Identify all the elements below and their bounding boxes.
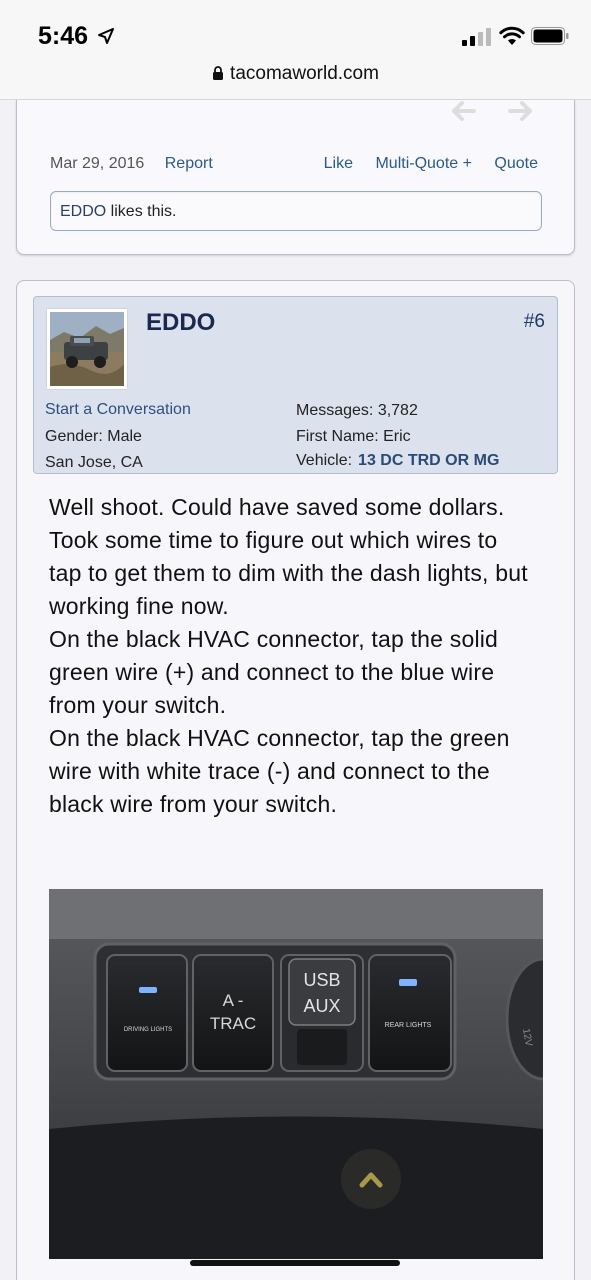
home-indicator[interactable]: [190, 1260, 400, 1266]
start-conversation-link[interactable]: Start a Conversation: [45, 401, 191, 419]
likes-suffix: likes this.: [106, 203, 177, 220]
address-bar[interactable]: tacomaworld.com: [0, 63, 591, 85]
user-message-count: Messages: 3,782: [296, 402, 418, 419]
photo-label-switch4: REAR LIGHTS: [385, 1022, 432, 1029]
arrow-left-icon: [452, 101, 476, 121]
post-meta: Mar 29, 2016 Report: [50, 155, 213, 173]
wifi-icon: [499, 26, 525, 45]
vehicle-label: Vehicle:: [296, 452, 353, 469]
vehicle-value: 13 DC TRD OR MG: [358, 452, 500, 469]
avatar[interactable]: [47, 309, 127, 389]
user-location: San Jose, CA: [45, 454, 143, 471]
photo-label-switch2-line2: TRAC: [210, 1014, 256, 1033]
like-link[interactable]: Like: [324, 155, 353, 172]
likes-username-link[interactable]: EDDO: [60, 203, 106, 220]
previous-post: Mar 29, 2016 Report Like Multi-Quote + Q…: [16, 100, 575, 255]
post-nav-arrows[interactable]: [434, 100, 544, 122]
photo-label-usb: USB: [303, 970, 340, 990]
location-arrow-icon: [98, 28, 114, 44]
user-info-box: EDDO #6 Start a Conversation Gender: Mal…: [33, 296, 558, 474]
post-body: Well shoot. Could have saved some dollar…: [49, 491, 529, 821]
post-permalink[interactable]: #6: [524, 311, 545, 333]
post-paragraph: Well shoot. Could have saved some dollar…: [49, 494, 528, 619]
likes-summary: EDDO likes this.: [50, 191, 542, 231]
user-gender: Gender: Male: [45, 428, 142, 445]
post: EDDO #6 Start a Conversation Gender: Mal…: [16, 280, 575, 1280]
clock-time: 5:46: [38, 22, 89, 50]
post-attachment-image[interactable]: DRIVING LIGHTS A - TRAC USB AUX REAR LIG…: [49, 889, 543, 1259]
arrow-right-icon: [508, 101, 532, 121]
status-bar: 5:46 tacomaworld.com: [0, 0, 591, 100]
lock-icon: [213, 66, 224, 80]
url-text: tacomaworld.com: [230, 63, 379, 84]
username-link[interactable]: EDDO: [146, 309, 215, 337]
photo-label-switch2-line1: A -: [223, 991, 244, 1010]
cellular-signal-icon: [462, 28, 491, 46]
user-first-name: First Name: Eric: [296, 428, 411, 445]
quote-link[interactable]: Quote: [494, 155, 538, 172]
user-vehicle: Vehicle: 13 DC TRD OR MG: [296, 452, 499, 470]
post-paragraph: On the black HVAC connector, tap the gre…: [49, 725, 510, 817]
photo-label-switch1: DRIVING LIGHTS: [124, 1027, 172, 1033]
photo-label-aux: AUX: [303, 996, 340, 1016]
report-link[interactable]: Report: [165, 155, 213, 172]
post-actions: Like Multi-Quote + Quote: [306, 155, 538, 173]
post-paragraph: On the black HVAC connector, tap the sol…: [49, 626, 499, 718]
multi-quote-link[interactable]: Multi-Quote +: [375, 155, 471, 172]
battery-icon: [531, 27, 569, 45]
post-date: Mar 29, 2016: [50, 155, 145, 172]
